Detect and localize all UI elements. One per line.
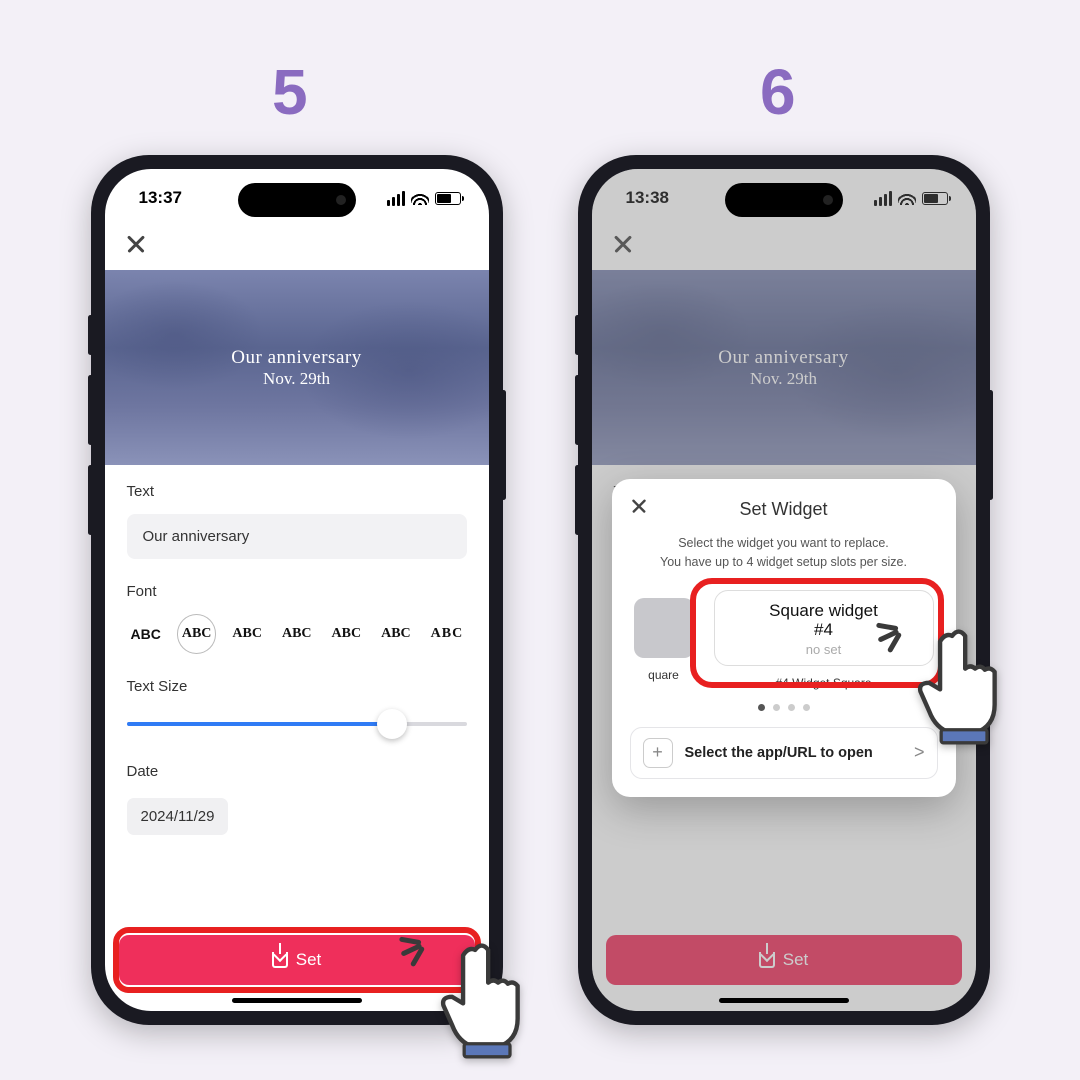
widget-thumb[interactable] [634,598,694,658]
dynamic-island [725,183,843,217]
font-option[interactable]: ABC [278,618,316,650]
text-label: Text [127,483,467,500]
close-icon[interactable] [125,233,147,255]
modal-close-icon[interactable] [630,497,648,515]
font-option[interactable]: ABC [328,618,366,650]
step-number-6: 6 [760,55,796,129]
signal-icon [387,191,405,206]
plus-icon: + [643,738,673,768]
set-widget-modal: Set Widget Select the widget you want to… [612,479,956,797]
set-button[interactable]: Set [119,935,475,985]
chevron-right-icon: > [914,742,925,763]
dynamic-island [238,183,356,217]
modal-subtitle: Select the widget you want to replace.Yo… [630,534,938,572]
phone-step-5: 13:37 Our anniversary Nov. 29th Text Our… [91,155,503,1025]
preview-line2: Nov. 29th [263,369,330,389]
step-number-5: 5 [272,55,308,129]
widget-thumb-label: quare [634,668,694,682]
font-option[interactable]: ABC [377,618,415,650]
download-icon [272,952,288,968]
modal-title: Set Widget [630,499,938,520]
preview-line1: Our anniversary [231,347,361,369]
font-label: Font [127,583,467,600]
widget-slot-label: #4 Widget Square [714,676,934,690]
home-indicator [232,998,362,1003]
phone-step-6: 13:38 Our anniversary Nov. 29th Text Our… [578,155,990,1025]
font-option[interactable]: ABC [427,618,467,650]
textsize-slider[interactable] [127,709,467,739]
date-field[interactable]: 2024/11/29 [127,798,229,835]
select-app-row[interactable]: + Select the app/URL to open > [630,727,938,779]
page-dots[interactable] [630,704,938,711]
widget-preview: Our anniversary Nov. 29th [105,270,489,465]
text-input[interactable]: Our anniversary [127,514,467,559]
widget-slot-card[interactable]: Square widget#4 no set [714,590,934,666]
font-option[interactable]: ABC [228,618,266,650]
battery-icon [435,192,461,205]
font-option[interactable]: ABC [127,618,165,650]
status-time: 13:37 [139,188,182,208]
wifi-icon [411,191,429,205]
home-indicator [719,998,849,1003]
date-label: Date [127,763,467,780]
textsize-label: Text Size [127,678,467,695]
font-option-selected[interactable]: ABC [177,614,217,654]
set-button-label: Set [296,950,322,970]
font-picker[interactable]: ABC ABC ABC ABC ABC ABC ABC ABC [127,614,467,654]
